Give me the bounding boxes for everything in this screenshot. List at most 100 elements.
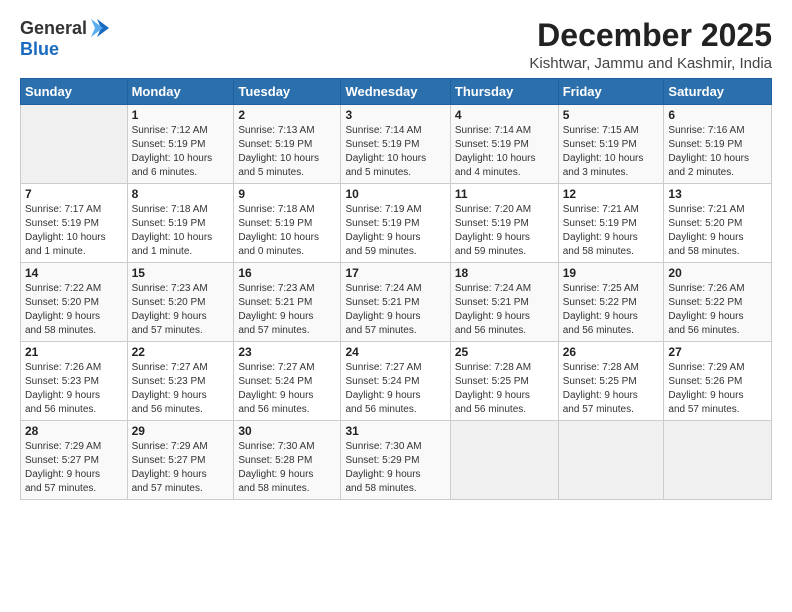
day-number: 15 [132, 266, 230, 280]
calendar-cell [21, 105, 128, 184]
calendar-week-row: 28 Sunrise: 7:29 AMSunset: 5:27 PMDayligh… [21, 421, 772, 500]
logo: General Blue [20, 18, 111, 60]
calendar-cell: 25Sunrise: 7:28 AMSunset: 5:25 PMDayligh… [450, 342, 558, 421]
day-info: Sunrise: 7:30 AMSunset: 5:28 PMDaylight:… [238, 440, 336, 496]
calendar-cell: 13 Sunrise: 7:21 AMSunset: 5:20 PMDayligh… [664, 184, 772, 263]
day-info: Sunrise: 7:14 AMSunset: 5:19 PMDaylight:… [455, 124, 554, 180]
day-number: 7 [25, 187, 123, 201]
day-info: Sunrise: 7:28 AMSunset: 5:25 PMDaylight:… [563, 361, 660, 417]
logo-icon [89, 17, 111, 39]
calendar-cell: 27 Sunrise: 7:29 AMSunset: 5:26 PMDayligh… [664, 342, 772, 421]
day-number: 16 [238, 266, 336, 280]
page: General Blue December 2025 Kishtwar, Jam… [0, 0, 792, 510]
calendar-cell: 31 Sunrise: 7:30 AMSunset: 5:29 PMDayligh… [341, 421, 450, 500]
day-number: 9 [238, 187, 336, 201]
day-number: 6 [668, 108, 767, 122]
calendar-week-row: 21 Sunrise: 7:26 AMSunset: 5:23 PMDayligh… [21, 342, 772, 421]
day-number: 26 [563, 345, 660, 359]
logo-general: General [20, 18, 87, 39]
day-info: Sunrise: 7:23 AMSunset: 5:20 PMDaylight:… [132, 282, 230, 338]
calendar-cell: 11 Sunrise: 7:20 AMSunset: 5:19 PMDayligh… [450, 184, 558, 263]
main-title: December 2025 [529, 18, 772, 53]
calendar-cell: 15 Sunrise: 7:23 AMSunset: 5:20 PMDayligh… [127, 263, 234, 342]
day-info: Sunrise: 7:13 AMSunset: 5:19 PMDaylight:… [238, 124, 336, 180]
title-block: December 2025 Kishtwar, Jammu and Kashmi… [529, 18, 772, 72]
day-info: Sunrise: 7:18 AMSunset: 5:19 PMDaylight:… [238, 203, 336, 259]
calendar-cell: 17Sunrise: 7:24 AMSunset: 5:21 PMDayligh… [341, 263, 450, 342]
day-info: Sunrise: 7:27 AMSunset: 5:23 PMDaylight:… [132, 361, 230, 417]
calendar-cell: 5Sunrise: 7:15 AMSunset: 5:19 PMDaylight… [558, 105, 664, 184]
calendar-cell [664, 421, 772, 500]
day-number: 12 [563, 187, 660, 201]
day-number: 18 [455, 266, 554, 280]
day-info: Sunrise: 7:21 AMSunset: 5:20 PMDaylight:… [668, 203, 767, 259]
day-number: 8 [132, 187, 230, 201]
day-number: 11 [455, 187, 554, 201]
calendar-cell: 10 Sunrise: 7:19 AMSunset: 5:19 PMDayligh… [341, 184, 450, 263]
calendar-cell: 14 Sunrise: 7:22 AMSunset: 5:20 PMDayligh… [21, 263, 128, 342]
day-number: 1 [132, 108, 230, 122]
logo-block: General Blue [20, 18, 111, 60]
day-number: 3 [345, 108, 445, 122]
weekday-header-monday: Monday [127, 79, 234, 105]
day-info: Sunrise: 7:20 AMSunset: 5:19 PMDaylight:… [455, 203, 554, 259]
day-info: Sunrise: 7:21 AMSunset: 5:19 PMDaylight:… [563, 203, 660, 259]
weekday-header-tuesday: Tuesday [234, 79, 341, 105]
calendar-cell: 20Sunrise: 7:26 AMSunset: 5:22 PMDayligh… [664, 263, 772, 342]
weekday-header-friday: Friday [558, 79, 664, 105]
day-info: Sunrise: 7:26 AMSunset: 5:23 PMDaylight:… [25, 361, 123, 417]
calendar-cell: 8Sunrise: 7:18 AMSunset: 5:19 PMDaylight… [127, 184, 234, 263]
calendar-cell: 7 Sunrise: 7:17 AMSunset: 5:19 PMDaylight… [21, 184, 128, 263]
weekday-row: SundayMondayTuesdayWednesdayThursdayFrid… [21, 79, 772, 105]
day-number: 10 [345, 187, 445, 201]
day-info: Sunrise: 7:29 AMSunset: 5:26 PMDaylight:… [668, 361, 767, 417]
calendar-body: 1 Sunrise: 7:12 AMSunset: 5:19 PMDaylight… [21, 105, 772, 500]
weekday-header-sunday: Sunday [21, 79, 128, 105]
day-number: 4 [455, 108, 554, 122]
day-number: 31 [345, 424, 445, 438]
calendar-week-row: 14 Sunrise: 7:22 AMSunset: 5:20 PMDayligh… [21, 263, 772, 342]
calendar-cell: 26 Sunrise: 7:28 AMSunset: 5:25 PMDayligh… [558, 342, 664, 421]
day-info: Sunrise: 7:28 AMSunset: 5:25 PMDaylight:… [455, 361, 554, 417]
day-number: 19 [563, 266, 660, 280]
calendar-cell: 23 Sunrise: 7:27 AMSunset: 5:24 PMDayligh… [234, 342, 341, 421]
calendar-cell: 28 Sunrise: 7:29 AMSunset: 5:27 PMDayligh… [21, 421, 128, 500]
day-number: 20 [668, 266, 767, 280]
day-info: Sunrise: 7:24 AMSunset: 5:21 PMDaylight:… [345, 282, 445, 338]
header: General Blue December 2025 Kishtwar, Jam… [20, 18, 772, 72]
day-number: 13 [668, 187, 767, 201]
day-number: 14 [25, 266, 123, 280]
day-info: Sunrise: 7:14 AMSunset: 5:19 PMDaylight:… [345, 124, 445, 180]
day-number: 29 [132, 424, 230, 438]
calendar-table: SundayMondayTuesdayWednesdayThursdayFrid… [20, 78, 772, 500]
logo-blue: Blue [20, 39, 59, 59]
day-number: 30 [238, 424, 336, 438]
day-number: 28 [25, 424, 123, 438]
day-number: 22 [132, 345, 230, 359]
day-info: Sunrise: 7:19 AMSunset: 5:19 PMDaylight:… [345, 203, 445, 259]
day-info: Sunrise: 7:16 AMSunset: 5:19 PMDaylight:… [668, 124, 767, 180]
day-number: 23 [238, 345, 336, 359]
day-number: 24 [345, 345, 445, 359]
day-info: Sunrise: 7:29 AMSunset: 5:27 PMDaylight:… [25, 440, 123, 496]
calendar-week-row: 1 Sunrise: 7:12 AMSunset: 5:19 PMDaylight… [21, 105, 772, 184]
day-number: 27 [668, 345, 767, 359]
day-number: 21 [25, 345, 123, 359]
calendar-cell: 19Sunrise: 7:25 AMSunset: 5:22 PMDayligh… [558, 263, 664, 342]
day-info: Sunrise: 7:30 AMSunset: 5:29 PMDaylight:… [345, 440, 445, 496]
day-info: Sunrise: 7:27 AMSunset: 5:24 PMDaylight:… [345, 361, 445, 417]
calendar-header: SundayMondayTuesdayWednesdayThursdayFrid… [21, 79, 772, 105]
calendar-cell: 6 Sunrise: 7:16 AMSunset: 5:19 PMDaylight… [664, 105, 772, 184]
calendar-cell: 4 Sunrise: 7:14 AMSunset: 5:19 PMDaylight… [450, 105, 558, 184]
day-info: Sunrise: 7:12 AMSunset: 5:19 PMDaylight:… [132, 124, 230, 180]
day-info: Sunrise: 7:27 AMSunset: 5:24 PMDaylight:… [238, 361, 336, 417]
day-info: Sunrise: 7:17 AMSunset: 5:19 PMDaylight:… [25, 203, 123, 259]
calendar-cell: 12 Sunrise: 7:21 AMSunset: 5:19 PMDayligh… [558, 184, 664, 263]
calendar-week-row: 7 Sunrise: 7:17 AMSunset: 5:19 PMDaylight… [21, 184, 772, 263]
calendar-cell: 3 Sunrise: 7:14 AMSunset: 5:19 PMDaylight… [341, 105, 450, 184]
day-info: Sunrise: 7:22 AMSunset: 5:20 PMDaylight:… [25, 282, 123, 338]
calendar-cell [558, 421, 664, 500]
weekday-header-wednesday: Wednesday [341, 79, 450, 105]
calendar-cell: 30 Sunrise: 7:30 AMSunset: 5:28 PMDayligh… [234, 421, 341, 500]
day-info: Sunrise: 7:24 AMSunset: 5:21 PMDaylight:… [455, 282, 554, 338]
